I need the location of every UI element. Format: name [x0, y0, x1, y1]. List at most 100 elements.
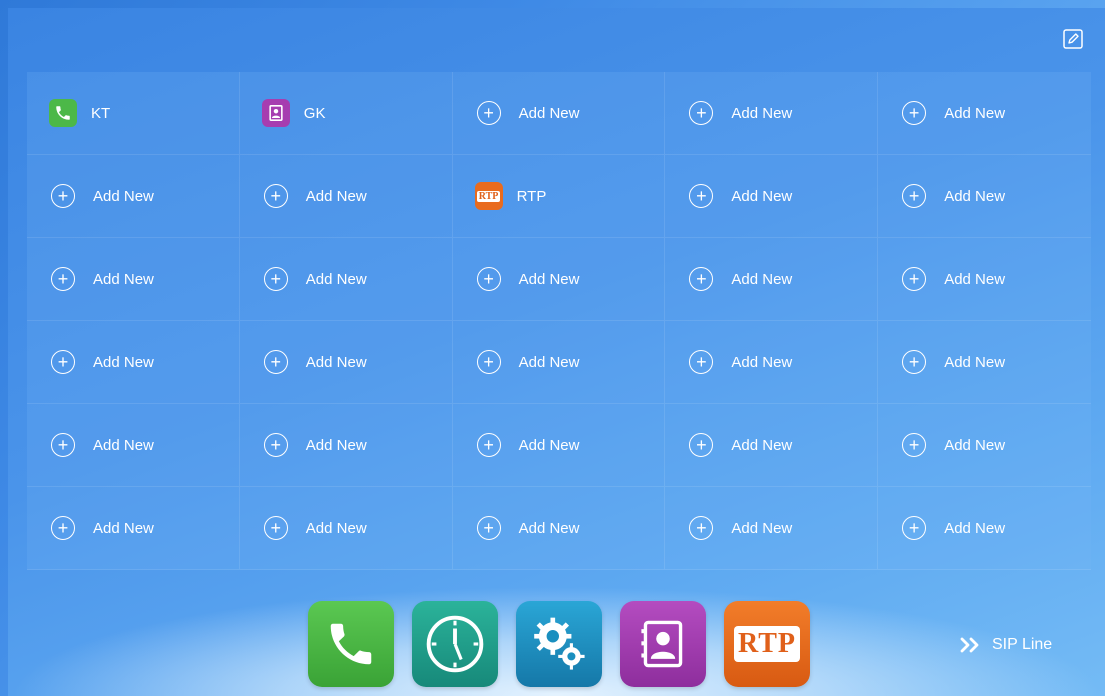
plus-circle-icon: +	[689, 184, 714, 208]
plus-circle-icon: +	[902, 433, 927, 457]
shortcut-label: Add New	[731, 436, 793, 454]
shortcut-label: Add New	[944, 519, 1006, 537]
phone-icon	[49, 99, 77, 127]
plus-circle-icon: +	[51, 516, 75, 540]
phone-icon	[330, 623, 372, 665]
shortcut-label: RTP	[516, 187, 547, 205]
plus-circle-icon: +	[263, 433, 288, 457]
add-new-shortcut[interactable]: + Add New	[27, 238, 240, 321]
plus-circle-icon: +	[51, 267, 75, 291]
add-new-shortcut[interactable]: + Add New	[665, 487, 879, 570]
plus-circle-icon: +	[476, 350, 501, 374]
add-new-shortcut[interactable]: + Add New	[878, 238, 1091, 321]
add-new-shortcut[interactable]: + Add New	[452, 238, 666, 321]
shortcut-label: Add New	[93, 270, 154, 288]
shortcut-label: Add New	[93, 187, 154, 205]
add-new-shortcut[interactable]: + Add New	[27, 487, 240, 570]
add-new-shortcut[interactable]: + Add New	[239, 404, 453, 487]
shortcut-label: Add New	[518, 519, 580, 537]
add-new-shortcut[interactable]: + Add New	[239, 487, 453, 570]
add-new-shortcut[interactable]: + Add New	[878, 72, 1091, 155]
shortcut-rtp[interactable]: RTP RTP	[452, 155, 666, 238]
add-new-shortcut[interactable]: + Add New	[878, 321, 1091, 404]
shortcut-label: Add New	[944, 270, 1006, 288]
sip-line-button[interactable]: SIP Line	[960, 636, 1052, 654]
add-new-shortcut[interactable]: + Add New	[452, 404, 666, 487]
clock-icon	[426, 615, 484, 673]
rtp-icon: RTP	[474, 182, 503, 210]
shortcut-label: Add New	[93, 436, 154, 454]
dock-settings-app[interactable]	[516, 601, 602, 687]
add-new-shortcut[interactable]: + Add New	[452, 487, 666, 570]
dock-phone-app[interactable]	[308, 601, 394, 687]
add-new-shortcut[interactable]: + Add New	[452, 72, 666, 155]
shortcut-label: Add New	[731, 519, 793, 537]
shortcut-label: Add New	[731, 104, 793, 122]
dock-rtp-app[interactable]: RTP	[724, 601, 810, 687]
shortcut-label: Add New	[944, 187, 1006, 205]
add-new-shortcut[interactable]: + Add New	[665, 321, 879, 404]
rtp-icon: RTP	[733, 626, 800, 662]
contacts-icon	[261, 99, 290, 127]
add-new-shortcut[interactable]: + Add New	[878, 155, 1091, 238]
add-new-shortcut[interactable]: + Add New	[878, 404, 1091, 487]
edit-icon	[1063, 29, 1083, 49]
add-new-shortcut[interactable]: + Add New	[27, 155, 240, 238]
add-new-shortcut[interactable]: + Add New	[27, 321, 240, 404]
shortcut-label: Add New	[518, 104, 580, 122]
shortcut-label: Add New	[518, 270, 580, 288]
add-new-shortcut[interactable]: + Add New	[665, 72, 879, 155]
shortcut-label: Add New	[305, 187, 367, 205]
rtp-label: RTP	[737, 628, 796, 659]
add-new-shortcut[interactable]: + Add New	[665, 404, 879, 487]
shortcut-label: Add New	[731, 270, 793, 288]
plus-circle-icon: +	[51, 350, 75, 374]
shortcut-label: Add New	[93, 519, 154, 537]
dock-clock-app[interactable]	[412, 601, 498, 687]
shortcut-kt[interactable]: KT	[27, 72, 240, 155]
add-new-shortcut[interactable]: + Add New	[878, 487, 1091, 570]
plus-circle-icon: +	[476, 433, 501, 457]
shortcut-gk[interactable]: GK	[239, 72, 453, 155]
double-chevron-right-icon	[960, 637, 979, 653]
shortcut-label: Add New	[305, 519, 367, 537]
app-dock: RTP	[308, 601, 810, 687]
plus-circle-icon: +	[476, 267, 501, 291]
plus-circle-icon: +	[902, 184, 927, 208]
add-new-shortcut[interactable]: + Add New	[452, 321, 666, 404]
plus-circle-icon: +	[902, 516, 927, 540]
shortcut-label: Add New	[518, 353, 580, 371]
shortcut-label: GK	[303, 104, 326, 122]
plus-circle-icon: +	[689, 350, 714, 374]
plus-circle-icon: +	[689, 433, 714, 457]
shortcut-label: Add New	[731, 353, 793, 371]
add-new-shortcut[interactable]: + Add New	[665, 238, 879, 321]
plus-circle-icon: +	[689, 101, 714, 125]
shortcut-label: Add New	[518, 436, 580, 454]
plus-circle-icon: +	[263, 350, 288, 374]
shortcut-label: Add New	[944, 353, 1006, 371]
dock-contacts-app[interactable]	[620, 601, 706, 687]
plus-circle-icon: +	[689, 267, 714, 291]
shortcut-grid: KT GK + Add New + Add New + Add New + Add New + Add…	[27, 72, 1091, 570]
plus-circle-icon: +	[51, 433, 75, 457]
edit-button[interactable]	[1063, 29, 1083, 49]
plus-circle-icon: +	[263, 267, 288, 291]
sip-line-label: SIP Line	[992, 636, 1053, 653]
plus-circle-icon: +	[263, 516, 288, 540]
shortcut-label: Add New	[731, 187, 793, 205]
shortcut-label: Add New	[93, 353, 154, 371]
shortcut-label: Add New	[305, 270, 367, 288]
plus-circle-icon: +	[263, 184, 288, 208]
shortcut-label: Add New	[944, 104, 1006, 122]
add-new-shortcut[interactable]: + Add New	[665, 155, 879, 238]
plus-circle-icon: +	[51, 184, 75, 208]
add-new-shortcut[interactable]: + Add New	[27, 404, 240, 487]
shortcut-label: KT	[91, 104, 111, 122]
add-new-shortcut[interactable]: + Add New	[239, 155, 453, 238]
plus-circle-icon: +	[476, 516, 501, 540]
shortcut-label: Add New	[305, 436, 367, 454]
add-new-shortcut[interactable]: + Add New	[239, 238, 453, 321]
shortcut-label: Add New	[944, 436, 1006, 454]
add-new-shortcut[interactable]: + Add New	[239, 321, 453, 404]
